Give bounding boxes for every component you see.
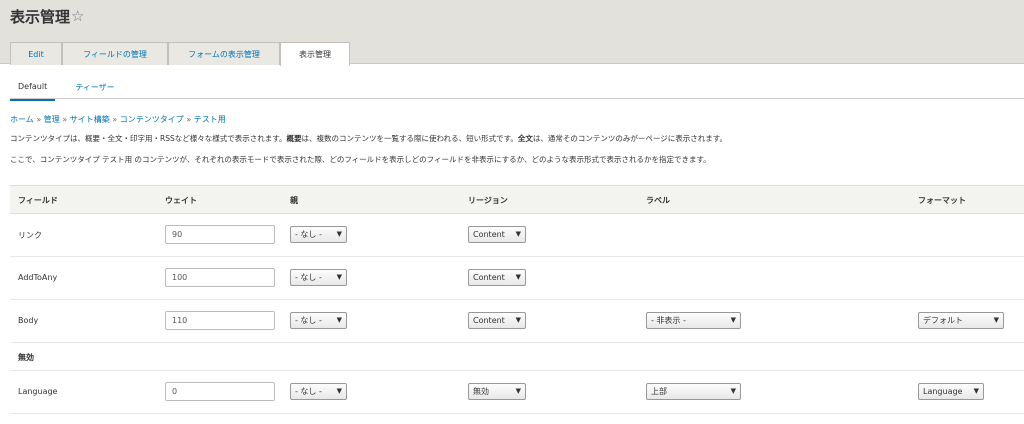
table-header: フィールド ウェイト 親 リージョン ラベル フォーマット	[10, 185, 1024, 214]
parent-select[interactable]: - なし - ▼	[290, 269, 347, 286]
parent-select[interactable]: - なし - ▼	[290, 226, 347, 243]
parent-select[interactable]: - なし - ▼	[290, 312, 347, 329]
breadcrumb-test[interactable]: テスト用	[194, 115, 226, 124]
breadcrumb-separator: »	[62, 115, 68, 124]
caret-down-icon: ▼	[336, 230, 342, 238]
format-select[interactable]: デフォルト ▼	[918, 312, 1004, 329]
column-header-format: フォーマット	[918, 196, 966, 205]
breadcrumb-structure[interactable]: サイト構築	[70, 115, 110, 124]
page-title: 表示管理	[10, 8, 71, 26]
column-header-weight: ウェイト	[165, 196, 197, 205]
caret-down-icon: ▼	[730, 316, 736, 324]
caret-down-icon: ▼	[993, 316, 999, 324]
format-select[interactable]: Language ▼	[918, 383, 984, 400]
caret-down-icon: ▼	[515, 316, 521, 324]
section-row: 無効	[10, 343, 1024, 371]
region-select[interactable]: 無効 ▼	[468, 383, 526, 400]
caret-down-icon: ▼	[730, 387, 736, 395]
column-header-label: ラベル	[646, 196, 670, 205]
page-header: 表示管理 ☆ Edit フィールドの管理 フォームの表示管理 表示管理	[0, 0, 1024, 66]
field-display-table: フィールド ウェイト 親 リージョン ラベル フォーマット リンク 90 - な…	[10, 185, 1024, 414]
field-name: AddToAny	[18, 273, 58, 282]
tab-edit[interactable]: Edit	[10, 42, 62, 65]
table-row: Body 110 - なし - ▼ Content ▼ - 非表示 - ▼ デフォルト…	[10, 300, 1024, 343]
region-select[interactable]: Content ▼	[468, 226, 526, 243]
weight-input[interactable]: 110	[165, 311, 275, 330]
caret-down-icon: ▼	[336, 387, 342, 395]
label-select[interactable]: - 非表示 - ▼	[646, 312, 741, 329]
breadcrumb-home[interactable]: ホーム	[10, 115, 34, 124]
caret-down-icon: ▼	[515, 273, 521, 281]
divider	[10, 98, 1024, 99]
primary-tabs: Edit フィールドの管理 フォームの表示管理 表示管理	[10, 42, 350, 66]
region-select[interactable]: Content ▼	[468, 312, 526, 329]
tab-manage-fields[interactable]: フィールドの管理	[62, 42, 168, 65]
star-outline-icon[interactable]: ☆	[71, 7, 84, 25]
column-header-region: リージョン	[468, 196, 508, 205]
table-row: AddToAny 100 - なし - ▼ Content ▼	[10, 257, 1024, 300]
label-select[interactable]: 上部 ▼	[646, 383, 741, 400]
field-name: Language	[18, 387, 58, 396]
caret-down-icon: ▼	[336, 273, 342, 281]
tab-manage-display[interactable]: 表示管理	[280, 42, 350, 66]
breadcrumb-separator: »	[36, 115, 42, 124]
weight-input[interactable]: 100	[165, 268, 275, 287]
field-name: リンク	[18, 231, 42, 240]
breadcrumb-separator: »	[112, 115, 118, 124]
caret-down-icon: ▼	[515, 230, 521, 238]
field-name: Body	[18, 316, 39, 325]
breadcrumb: ホーム » 管理 » サイト構築 » コンテンツタイプ » テスト用	[10, 114, 226, 125]
breadcrumb-content-types[interactable]: コンテンツタイプ	[120, 115, 184, 124]
column-header-field: フィールド	[18, 196, 58, 205]
column-header-parent: 親	[290, 196, 298, 205]
weight-input[interactable]: 0	[165, 382, 275, 401]
region-select[interactable]: Content ▼	[468, 269, 526, 286]
tab-manage-form-display[interactable]: フォームの表示管理	[168, 42, 280, 65]
table-row: リンク 90 - なし - ▼ Content ▼	[10, 214, 1024, 257]
caret-down-icon: ▼	[973, 387, 979, 395]
weight-input[interactable]: 90	[165, 225, 275, 244]
parent-select[interactable]: - なし - ▼	[290, 383, 347, 400]
breadcrumb-admin[interactable]: 管理	[44, 115, 60, 124]
caret-down-icon: ▼	[515, 387, 521, 395]
breadcrumb-separator: »	[186, 115, 192, 124]
section-label-disabled: 無効	[18, 353, 34, 362]
description-line-1: コンテンツタイプは、概要・全文・印字用・RSSなど様々な様式で表示されます。概要…	[10, 134, 727, 143]
caret-down-icon: ▼	[336, 316, 342, 324]
table-row: Language 0 - なし - ▼ 無効 ▼ 上部 ▼ Language ▼	[10, 371, 1024, 414]
description-line-2: ここで、コンテンツタイプ テスト用 のコンテンツが、それぞれの表示モードで表示さ…	[10, 155, 711, 164]
